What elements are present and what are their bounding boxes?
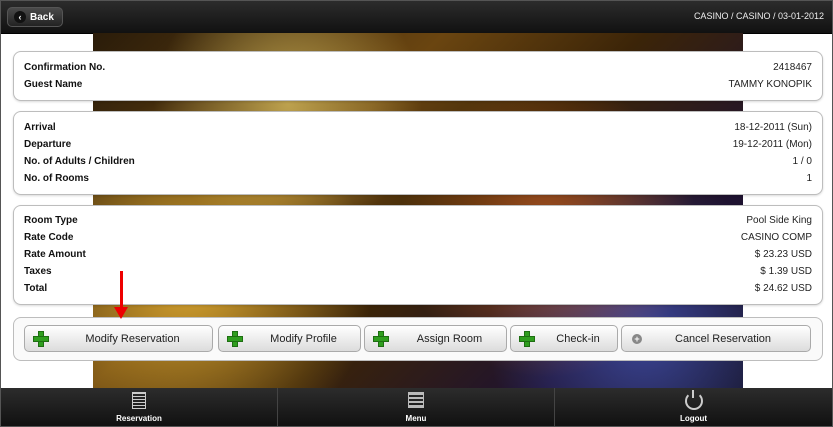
plus-icon: [227, 331, 243, 347]
guests-label: No. of Adults / Children: [24, 156, 135, 167]
guest-name-label: Guest Name: [24, 79, 83, 90]
rate-code-row: Rate Code CASINO COMP: [24, 229, 812, 246]
power-icon: [684, 390, 703, 410]
guest-name-row: Guest Name TAMMY KONOPIK: [24, 76, 812, 93]
modify-profile-label: Modify Profile: [270, 333, 337, 345]
plus-icon: [33, 331, 49, 347]
room-type-value: Pool Side King: [746, 215, 812, 226]
assign-room-label: Assign Room: [416, 333, 483, 345]
plus-icon: [519, 331, 535, 347]
guests-row: No. of Adults / Children 1 / 0: [24, 153, 812, 170]
rate-amount-row: Rate Amount $ 23.23 USD: [24, 246, 812, 263]
taxes-value: $ 1.39 USD: [760, 266, 812, 277]
cancel-reservation-button[interactable]: + Cancel Reservation: [621, 325, 811, 352]
guest-panel: Confirmation No. 2418467 Guest Name TAMM…: [13, 51, 823, 101]
rooms-value: 1: [806, 173, 812, 184]
action-bar: Modify Reservation Modify Profile Assign…: [13, 317, 823, 361]
stay-panel: Arrival 18-12-2011 (Sun) Departure 19-12…: [13, 111, 823, 195]
nav-menu-label: Menu: [405, 414, 427, 423]
plus-circle-icon: +: [632, 334, 642, 344]
guests-value: 1 / 0: [792, 156, 812, 167]
taxes-label: Taxes: [24, 266, 52, 277]
rate-code-label: Rate Code: [24, 232, 74, 243]
nav-logout-label: Logout: [679, 414, 708, 423]
confirmation-row: Confirmation No. 2418467: [24, 59, 812, 76]
rooms-label: No. of Rooms: [24, 173, 89, 184]
bottom-nav: Reservation Menu Logout: [1, 388, 832, 426]
modify-reservation-button[interactable]: Modify Reservation: [24, 325, 213, 352]
taxes-row: Taxes $ 1.39 USD: [24, 263, 812, 280]
confirmation-label: Confirmation No.: [24, 62, 106, 73]
nav-reservation[interactable]: Reservation: [1, 388, 278, 426]
check-in-button[interactable]: Check-in: [510, 325, 618, 352]
annotation-arrow-head: [114, 307, 128, 319]
total-label: Total: [24, 283, 48, 294]
cancel-reservation-label: Cancel Reservation: [675, 333, 771, 345]
confirmation-value: 2418467: [773, 62, 812, 73]
annotation-arrow-shaft: [120, 271, 123, 311]
document-icon: [132, 392, 146, 409]
rate-amount-label: Rate Amount: [24, 249, 86, 260]
guest-name-value: TAMMY KONOPIK: [728, 79, 812, 90]
room-type-row: Room Type Pool Side King: [24, 212, 812, 229]
departure-value: 19-12-2011 (Mon): [732, 139, 812, 150]
back-button[interactable]: ‹ Back: [7, 7, 63, 27]
total-value: $ 24.62 USD: [754, 283, 812, 294]
arrival-label: Arrival: [24, 122, 56, 133]
departure-row: Departure 19-12-2011 (Mon): [24, 136, 812, 153]
departure-label: Departure: [24, 139, 72, 150]
menu-icon: [408, 392, 424, 408]
nav-logout[interactable]: Logout: [555, 388, 832, 426]
check-in-label: Check-in: [556, 333, 600, 345]
plus-icon: [373, 331, 389, 347]
nav-reservation-label: Reservation: [116, 414, 162, 423]
rate-code-value: CASINO COMP: [740, 232, 812, 243]
rooms-row: No. of Rooms 1: [24, 170, 812, 187]
back-label: Back: [30, 11, 54, 23]
top-bar: ‹ Back CASINO / CASINO / 03-01-2012: [1, 1, 832, 34]
modify-profile-button[interactable]: Modify Profile: [218, 325, 361, 352]
breadcrumb: CASINO / CASINO / 03-01-2012: [693, 11, 824, 21]
assign-room-button[interactable]: Assign Room: [364, 325, 507, 352]
chevron-left-icon: ‹: [14, 11, 26, 23]
modify-reservation-label: Modify Reservation: [85, 333, 180, 345]
nav-menu[interactable]: Menu: [278, 388, 555, 426]
app-window: ‹ Back CASINO / CASINO / 03-01-2012 Conf…: [0, 0, 833, 427]
room-type-label: Room Type: [24, 215, 78, 226]
total-row: Total $ 24.62 USD: [24, 280, 812, 297]
rate-amount-value: $ 23.23 USD: [754, 249, 812, 260]
arrival-row: Arrival 18-12-2011 (Sun): [24, 119, 812, 136]
rate-panel: Room Type Pool Side King Rate Code CASIN…: [13, 205, 823, 305]
arrival-value: 18-12-2011 (Sun): [734, 122, 812, 133]
